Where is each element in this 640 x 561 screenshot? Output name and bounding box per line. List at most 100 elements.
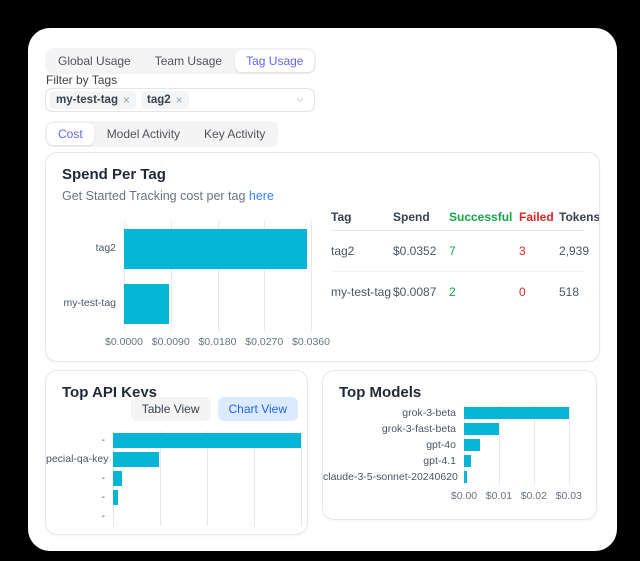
tag-chip-label: tag2 [147,92,171,108]
bar [464,471,467,483]
chart-category-label: - [46,488,113,507]
tab-key-activity[interactable]: Key Activity [193,123,276,145]
chart-bar-row [113,488,301,507]
table-cell-tag: tag2 [331,244,393,258]
top-models-chart: grok-3-betagrok-3-fast-betagpt-4ogpt-4.1… [323,405,581,501]
chart-category-labels: -pecial-qa-key--- [46,431,113,526]
tab-model-activity[interactable]: Model Activity [96,123,191,145]
chart-bar-row [124,276,311,331]
tab-team-usage[interactable]: Team Usage [144,50,233,72]
chart-category-label: grok-3-fast-beta [323,421,464,437]
filter-by-tags-label: Filter by Tags [46,73,117,87]
chart-view-button[interactable]: Chart View [218,397,298,421]
spend-per-tag-subtitle: Get Started Tracking cost per tag here [62,189,274,203]
top-models-panel: Top Models grok-3-betagrok-3-fast-betagp… [322,370,597,520]
x-axis-tick: $0.02 [521,490,547,502]
spend-per-tag-title: Spend Per Tag [62,166,166,183]
chart-category-label: my-test-tag [46,276,124,331]
chart-category-label: gpt-4o [323,437,464,453]
top-api-keys-chart: -pecial-qa-key--- [46,431,301,526]
bar [464,423,499,435]
table-row: my-test-tag$0.008720518 [331,271,585,311]
tab-cost[interactable]: Cost [47,123,94,145]
chart-category-label: claude-3-5-sonnet-20240620 [323,469,464,485]
spend-per-tag-table: TagSpendSuccessfulFailedTokens tag2$0.03… [331,203,585,311]
top-models-title: Top Models [339,384,421,401]
chart-category-label: gpt-4.1 [323,453,464,469]
chart-category-labels: grok-3-betagrok-3-fast-betagpt-4ogpt-4.1… [323,405,464,485]
top-api-keys-panel: Top API Keys Table View Chart View -peci… [45,370,308,535]
bar [124,229,307,269]
bar [464,407,569,419]
gridline [301,431,302,526]
chart-bar-row [113,450,301,469]
x-axis-tick: $0.0090 [152,336,190,348]
x-axis-tick: $0.0180 [199,336,237,348]
chart-bar-row [464,421,581,437]
x-axis-tick: $0.0360 [292,336,330,348]
cost-tab-group: Cost Model Activity Key Activity [45,121,278,147]
x-axis: $0.0000$0.0090$0.0180$0.0270$0.0360 [124,331,311,347]
table-header-row: TagSpendSuccessfulFailedTokens [331,203,585,231]
chart-category-label: pecial-qa-key [46,450,113,469]
chart-bar-row [113,431,301,450]
chart-bar-row [124,221,311,276]
table-cell-spend: $0.0352 [393,244,449,258]
column-header: Failed [519,210,559,224]
table-cell-successful: 7 [449,244,519,258]
bar [464,439,480,451]
table-cell-spend: $0.0087 [393,285,449,299]
table-cell-failed: 3 [519,244,559,258]
remove-tag-icon[interactable]: × [176,92,183,108]
x-axis-tick: $0.03 [556,490,582,502]
chart-category-label: grok-3-beta [323,405,464,421]
here-link[interactable]: here [249,189,274,203]
tag-chip: my-test-tag × [50,91,136,109]
x-axis-tick: $0.00 [451,490,477,502]
chart-plot-area [464,405,581,485]
tab-global-usage[interactable]: Global Usage [47,50,142,72]
subtitle-text: Get Started Tracking cost per tag [62,189,249,203]
usage-tab-group: Global Usage Team Usage Tag Usage [45,48,316,74]
chart-category-label: tag2 [46,221,124,276]
chart-category-label: - [46,469,113,488]
tag-filter-select[interactable]: my-test-tag × tag2 × [45,88,315,112]
chart-category-label: - [46,507,113,526]
chart-bar-row [464,437,581,453]
spend-per-tag-chart: tag2my-test-tag $0.0000 $0.0090 $0.0180 $0.0… [46,221,311,347]
table-row: tag2$0.0352732,939 [331,231,585,271]
tag-filter-chips: my-test-tag × tag2 × [50,91,189,109]
x-axis-tick: $0.0270 [245,336,283,348]
spend-per-tag-panel: Spend Per Tag Get Started Tracking cost … [45,152,600,362]
chart-bar-row [464,469,581,485]
chart-plot-area [124,221,311,331]
table-cell-tokens: 2,939 [559,244,589,258]
column-header: Tokens [559,210,600,224]
table-cell-failed: 0 [519,285,559,299]
column-header: Successful [449,210,519,224]
gridline [311,221,312,331]
tab-tag-usage[interactable]: Tag Usage [235,50,314,72]
remove-tag-icon[interactable]: × [123,92,130,108]
chevron-down-icon[interactable] [294,94,306,106]
chart-bar-row [113,469,301,488]
chart-bar-row [464,453,581,469]
table-cell-tag: my-test-tag [331,285,393,299]
view-toggle: Table View Chart View [131,397,298,421]
table-cell-successful: 2 [449,285,519,299]
chart-category-labels: tag2my-test-tag [46,221,124,331]
tag-chip-label: my-test-tag [56,92,118,108]
table-view-button[interactable]: Table View [131,397,211,421]
bar [113,433,301,448]
bar [464,455,471,467]
bar [124,284,169,324]
chart-category-label: - [46,431,113,450]
chart-bar-row [464,405,581,421]
tag-chip: tag2 × [141,91,189,109]
bar [113,471,122,486]
chart-bar-row [113,507,301,526]
bar [113,452,159,467]
x-axis-tick: $0.01 [486,490,512,502]
column-header: Tag [331,210,393,224]
x-axis-tick: $0.0000 [105,336,143,348]
